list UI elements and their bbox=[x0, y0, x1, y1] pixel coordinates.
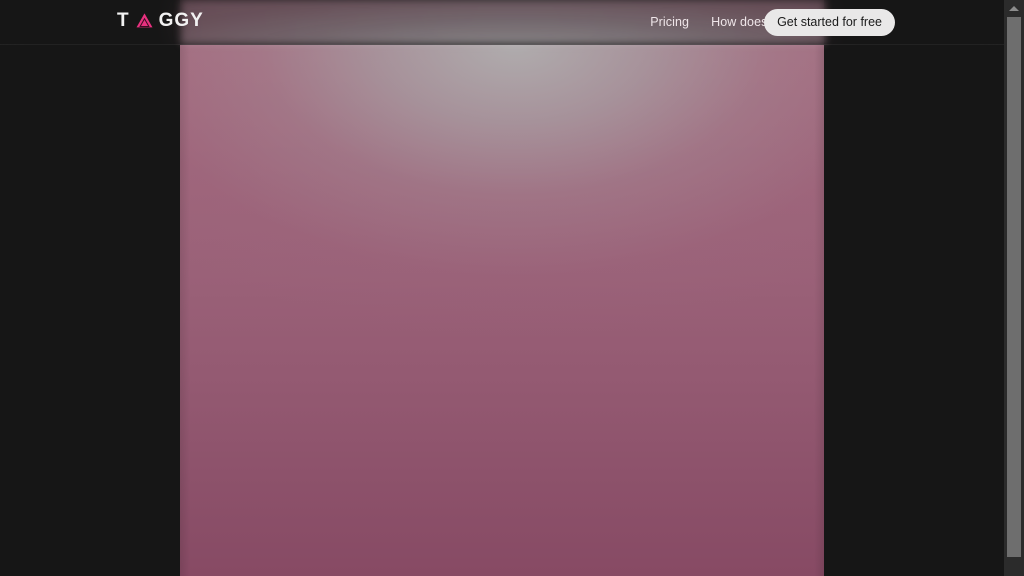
vertical-scrollbar[interactable] bbox=[1004, 0, 1024, 576]
scrollbar-track[interactable] bbox=[1004, 17, 1024, 576]
logo-text-before: T bbox=[117, 9, 130, 31]
logo-text-after: GGY bbox=[158, 9, 204, 31]
scroll-up-arrow-icon[interactable] bbox=[1004, 0, 1024, 17]
page-scroll-container[interactable]: T GGY Pricing How does it work Community… bbox=[0, 0, 1004, 576]
scrollbar-thumb[interactable] bbox=[1007, 17, 1021, 557]
get-started-button[interactable]: Get started for free bbox=[764, 8, 895, 36]
browser-viewport: T GGY Pricing How does it work Community… bbox=[0, 0, 1024, 576]
logo-taggy[interactable]: T GGY bbox=[117, 9, 204, 31]
nav-link-pricing[interactable]: Pricing bbox=[650, 15, 689, 29]
header-inner: T GGY Pricing How does it work Community… bbox=[0, 0, 1004, 45]
hero-section bbox=[0, 0, 1004, 576]
triangle-logo-icon bbox=[136, 13, 153, 28]
site-header: T GGY Pricing How does it work Community… bbox=[0, 0, 1004, 45]
hero-gradient-image bbox=[179, 0, 824, 576]
scroll-up-arrow-glyph bbox=[1009, 6, 1019, 11]
